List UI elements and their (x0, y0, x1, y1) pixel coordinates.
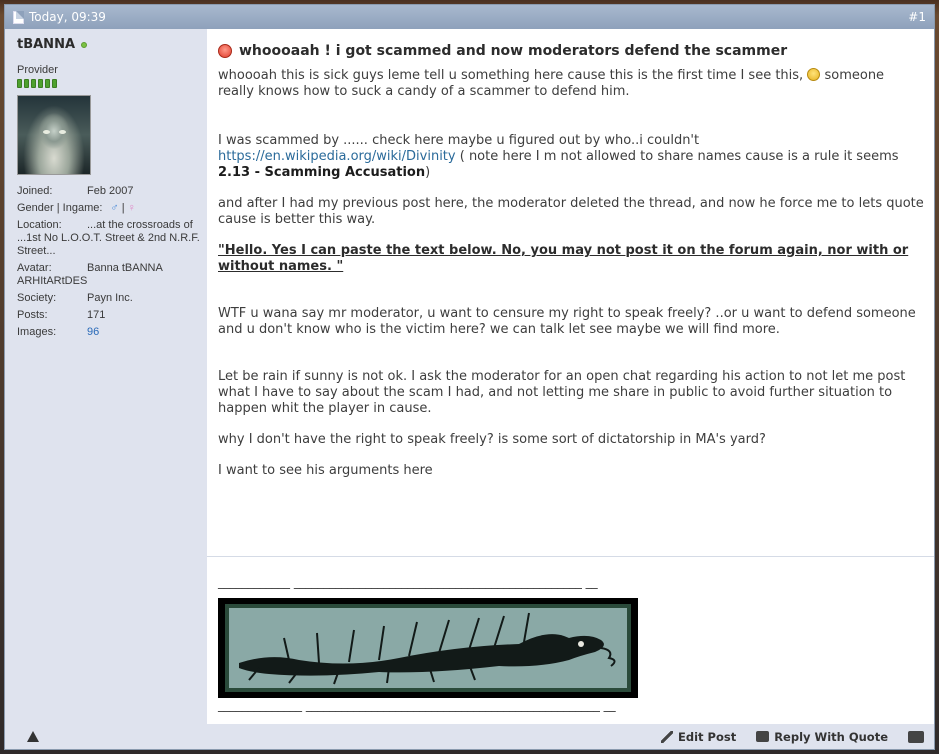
angry-smiley-icon (218, 44, 232, 58)
forum-post: Today, 09:39 #1 tBANNA Provider Joined: … (4, 4, 935, 750)
joined-label: Joined: (17, 185, 53, 197)
avatar[interactable] (17, 95, 91, 175)
document-icon (13, 10, 24, 24)
reply-with-quote-button[interactable]: Reply With Quote (756, 730, 888, 744)
multi-quote-icon (908, 730, 924, 743)
society-value: Payn Inc. (87, 292, 133, 304)
smile-icon (807, 68, 821, 81)
moderator-quote: "Hello. Yes I can paste the text below. … (218, 243, 909, 274)
avatar-row: Avatar: Banna tBANNA ARHItARtDES (17, 262, 207, 288)
text: ( note here I m not allowed to share nam… (455, 149, 899, 164)
text: whoooah this is sick guys leme tell u so… (218, 68, 804, 83)
gender-icons: ♂ | ♀ (110, 202, 136, 214)
images-row: Images: 96 (17, 326, 207, 339)
user-sidebar: tBANNA Provider Joined: Feb 2007 Gender … (5, 29, 207, 724)
pencil-icon (660, 730, 673, 743)
rule-reference: 2.13 - Scamming Accusation (218, 165, 426, 180)
signature: ____________ ___________________________… (207, 556, 934, 712)
paragraph: Let be rain if sunny is not ok. I ask th… (218, 369, 906, 416)
society-label: Society: (17, 292, 57, 304)
signature-line-bottom: ______________ _________________________… (218, 698, 616, 712)
avatar-eye (59, 130, 66, 134)
male-icon: ♂ (110, 202, 119, 214)
username-link[interactable]: tBANNA (17, 37, 75, 52)
avatar-eye (43, 130, 50, 134)
paragraph: and after I had my previous post here, t… (218, 196, 924, 227)
reputation-bar (17, 79, 207, 88)
gender-label: Gender | Ingame: (17, 202, 103, 214)
post-number-link[interactable]: #1 (908, 10, 926, 24)
images-link[interactable]: 96 (87, 326, 207, 339)
location-label: Location: (17, 219, 62, 231)
edit-post-button[interactable]: Edit Post (660, 729, 737, 744)
joined-row: Joined: Feb 2007 (17, 185, 207, 198)
gender-row: Gender | Ingame: ♂ | ♀ (17, 202, 207, 215)
signature-image (218, 598, 638, 698)
location-row: Location: ...at the crossroads of ...1st … (17, 219, 207, 258)
online-dot-icon (81, 41, 88, 48)
post-body: whoooah this is sick guys leme tell u so… (218, 68, 924, 479)
reply-with-quote-label: Reply With Quote (774, 729, 888, 744)
report-icon[interactable] (27, 731, 39, 742)
female-icon: ♀ (127, 202, 136, 214)
reply-quote-icon (756, 731, 770, 742)
signature-line-top: ____________ ___________________________… (218, 575, 598, 589)
user-title: Provider (17, 64, 58, 76)
user-info: Joined: Feb 2007 Gender | Ingame: ♂ | ♀ … (17, 185, 207, 339)
post-content: whoooaah ! i got scammed and now moderat… (207, 29, 934, 724)
text: I was scammed by ...... check here maybe… (218, 133, 700, 148)
paragraph: whoooah this is sick guys leme tell u so… (218, 68, 924, 100)
dragon-artwork (225, 604, 631, 692)
username-row: tBANNA (17, 37, 207, 52)
multi-quote-button[interactable] (908, 730, 924, 743)
wiki-link[interactable]: https://en.wikipedia.org/wiki/Divinity (218, 149, 456, 164)
paragraph: I want to see his arguments here (218, 463, 433, 478)
paragraph: I was scammed by ...... check here maybe… (218, 133, 924, 181)
edit-post-label: Edit Post (677, 729, 737, 744)
joined-value: Feb 2007 (87, 185, 134, 197)
images-label: Images: (17, 326, 57, 338)
post-date: Today, 09:39 (29, 10, 106, 24)
reputation-pip (17, 79, 22, 88)
society-row: Society: Payn Inc. (17, 292, 207, 305)
reputation-pip (52, 79, 57, 88)
paragraph: WTF u wana say mr moderator, u want to c… (218, 306, 916, 337)
text: ) (425, 165, 431, 180)
reputation-pip (31, 79, 36, 88)
paragraph: why I don't have the right to speak free… (218, 432, 766, 447)
avatar-label: Avatar: (17, 262, 52, 274)
post-footer: Edit Post Reply With Quote (5, 724, 934, 749)
post-title-row: whoooaah ! i got scammed and now moderat… (218, 43, 934, 59)
post-header: Today, 09:39 #1 (5, 5, 934, 29)
posts-value: 171 (87, 309, 106, 321)
reputation-pip (24, 79, 29, 88)
post-title: whoooaah ! i got scammed and now moderat… (239, 43, 788, 59)
reputation-pip (38, 79, 43, 88)
dragon-drawing (239, 612, 616, 685)
reputation-pip (45, 79, 50, 88)
posts-label: Posts: (17, 309, 48, 321)
posts-row: Posts: 171 (17, 309, 207, 322)
